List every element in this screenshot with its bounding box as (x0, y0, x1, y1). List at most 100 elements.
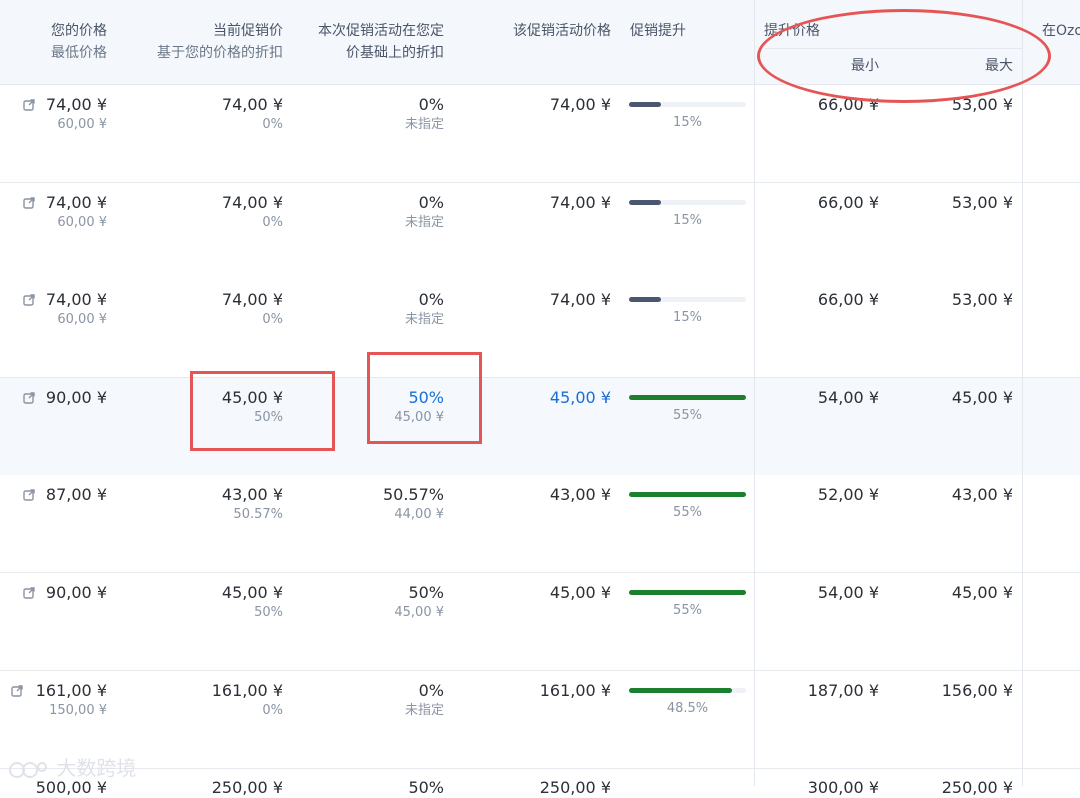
column-divider-ozon (1022, 0, 1023, 786)
external-link-icon[interactable] (23, 489, 35, 501)
promo-discount-percent: 50% (408, 583, 444, 602)
min-price: 60,00 ¥ (57, 312, 107, 327)
your-price: 74,00 ¥ (45, 95, 107, 114)
current-promo-price: 74,00 ¥ (221, 193, 283, 212)
boost-bar-fill (629, 688, 732, 693)
promo-discount-cell: 0% 未指定 (405, 95, 444, 135)
watermark: 大数跨境 (8, 752, 136, 781)
partial-boost-min: 300,00 ¥ (807, 778, 879, 797)
boost-max-cell: 156,00 ¥ (942, 681, 1013, 701)
boost-max-cell: 53,00 ¥ (952, 193, 1013, 213)
promo-price: 45,00 ¥ (549, 583, 611, 602)
external-link-icon[interactable] (23, 294, 35, 306)
header-this-promo-discount[interactable]: 本次促销活动在您定 价基础上的折扣 (318, 20, 444, 64)
boost-bar (629, 200, 746, 205)
header-ozon-partial[interactable]: 在Ozo (1042, 20, 1080, 42)
table-row[interactable]: 87,00 ¥ 43,00 ¥ 50.57% 50.57% 44,00 ¥ 43… (0, 475, 1080, 573)
partial-current: 250,00 ¥ (211, 778, 283, 797)
promo-discount-cell: 50.57% 44,00 ¥ (383, 485, 444, 525)
current-promo-cell: 43,00 ¥ 50.57% (222, 485, 283, 525)
promo-discount-sub: 未指定 (404, 312, 444, 327)
boost-min-price: 54,00 ¥ (817, 583, 879, 602)
your-price-cell: 87,00 ¥ (46, 485, 107, 505)
partial-boost-max: 250,00 ¥ (941, 778, 1013, 797)
column-divider-boost (754, 0, 755, 786)
current-promo-percent: 50.57% (233, 507, 283, 522)
table-row[interactable]: 74,00 ¥ 60,00 ¥ 74,00 ¥ 0% 0% 未指定 74,00 … (0, 280, 1080, 378)
current-promo-cell: 161,00 ¥ 0% (212, 681, 283, 721)
your-price-cell: 90,00 ¥ (46, 388, 107, 408)
external-link-icon[interactable] (23, 99, 35, 111)
external-link-icon[interactable] (23, 197, 35, 209)
current-promo-price: 45,00 ¥ (221, 583, 283, 602)
promo-price: 74,00 ¥ (549, 290, 611, 309)
table-row[interactable]: 161,00 ¥ 150,00 ¥ 161,00 ¥ 0% 0% 未指定 161… (0, 671, 1080, 769)
promo-discount-sub: 未指定 (404, 215, 444, 230)
current-promo-cell: 74,00 ¥ 0% (222, 290, 283, 330)
boost-percent: 55% (673, 408, 702, 423)
boost-min-price: 66,00 ¥ (817, 193, 879, 212)
promo-discount-percent: 50.57% (382, 485, 444, 504)
table-row[interactable]: 74,00 ¥ 60,00 ¥ 74,00 ¥ 0% 0% 未指定 74,00 … (0, 183, 1080, 281)
external-link-icon[interactable] (23, 587, 35, 599)
promo-price-cell: 74,00 ¥ (550, 290, 611, 310)
table-row[interactable]: 90,00 ¥ 45,00 ¥ 50% 50% 45,00 ¥ 45,00 ¥ … (0, 378, 1080, 476)
header-your-price[interactable]: 您的价格 最低价格 (51, 20, 107, 64)
table-row-partial[interactable]: 500,00 ¥ 250,00 ¥ 50% 250,00 ¥ 300,00 ¥ … (0, 770, 1080, 797)
min-price: 60,00 ¥ (57, 215, 107, 230)
header-promo-boost[interactable]: 促销提升 (630, 20, 686, 42)
promo-price-cell: 43,00 ¥ (550, 485, 611, 505)
boost-bar (629, 395, 746, 400)
your-price-cell: 161,00 ¥ 150,00 ¥ (36, 681, 107, 721)
boost-bar (629, 297, 746, 302)
table-row[interactable]: 90,00 ¥ 45,00 ¥ 50% 50% 45,00 ¥ 45,00 ¥ … (0, 573, 1080, 671)
min-price: 150,00 ¥ (49, 703, 107, 718)
current-promo-price: 74,00 ¥ (221, 95, 283, 114)
boost-bar-fill (629, 395, 746, 400)
boost-max-price: 45,00 ¥ (951, 583, 1013, 602)
watermark-logo-icon (9, 761, 47, 778)
boost-bar-fill (629, 590, 746, 595)
promo-price-cell: 74,00 ¥ (550, 193, 611, 213)
your-price: 74,00 ¥ (45, 290, 107, 309)
boost-max-price: 53,00 ¥ (951, 193, 1013, 212)
boost-min-price: 66,00 ¥ (817, 290, 879, 309)
boost-bar-fill (629, 200, 661, 205)
current-promo-percent: 0% (262, 312, 283, 327)
boost-min-price: 52,00 ¥ (817, 485, 879, 504)
promo-price-cell: 161,00 ¥ (540, 681, 611, 701)
boost-min-cell: 54,00 ¥ (818, 583, 879, 603)
boost-max-cell: 43,00 ¥ (952, 485, 1013, 505)
external-link-icon[interactable] (23, 392, 35, 404)
your-price-cell: 74,00 ¥ 60,00 ¥ (46, 95, 107, 135)
your-price: 90,00 ¥ (45, 388, 107, 407)
promo-price-cell: 45,00 ¥ (550, 388, 611, 408)
your-price-cell: 74,00 ¥ 60,00 ¥ (46, 290, 107, 330)
your-price: 87,00 ¥ (45, 485, 107, 504)
boost-bar-fill (629, 102, 661, 107)
promo-price: 43,00 ¥ (549, 485, 611, 504)
current-promo-price: 74,00 ¥ (221, 290, 283, 309)
boost-min-cell: 52,00 ¥ (818, 485, 879, 505)
promo-price: 74,00 ¥ (549, 95, 611, 114)
boost-bar (629, 492, 746, 497)
boost-max-price: 45,00 ¥ (951, 388, 1013, 407)
current-promo-price: 43,00 ¥ (221, 485, 283, 504)
external-link-icon[interactable] (11, 685, 23, 697)
boost-percent: 48.5% (666, 701, 709, 716)
boost-min-cell: 54,00 ¥ (818, 388, 879, 408)
promo-discount-percent: 0% (418, 95, 444, 114)
your-price: 161,00 ¥ (35, 681, 107, 700)
annotation-box-current (190, 371, 335, 451)
promo-discount-sub: 45,00 ¥ (394, 605, 444, 620)
promo-discount-percent: 0% (418, 681, 444, 700)
boost-max-price: 53,00 ¥ (951, 290, 1013, 309)
current-promo-percent: 0% (262, 703, 283, 718)
your-price-cell: 90,00 ¥ (46, 583, 107, 603)
header-promo-price[interactable]: 该促销活动价格 (513, 20, 611, 42)
header-current-promo[interactable]: 当前促销价 基于您的价格的折扣 (157, 20, 283, 64)
boost-max-price: 43,00 ¥ (951, 485, 1013, 504)
boost-percent: 15% (673, 310, 702, 325)
promo-discount-sub: 44,00 ¥ (394, 507, 444, 522)
promo-discount-cell: 0% 未指定 (405, 193, 444, 233)
